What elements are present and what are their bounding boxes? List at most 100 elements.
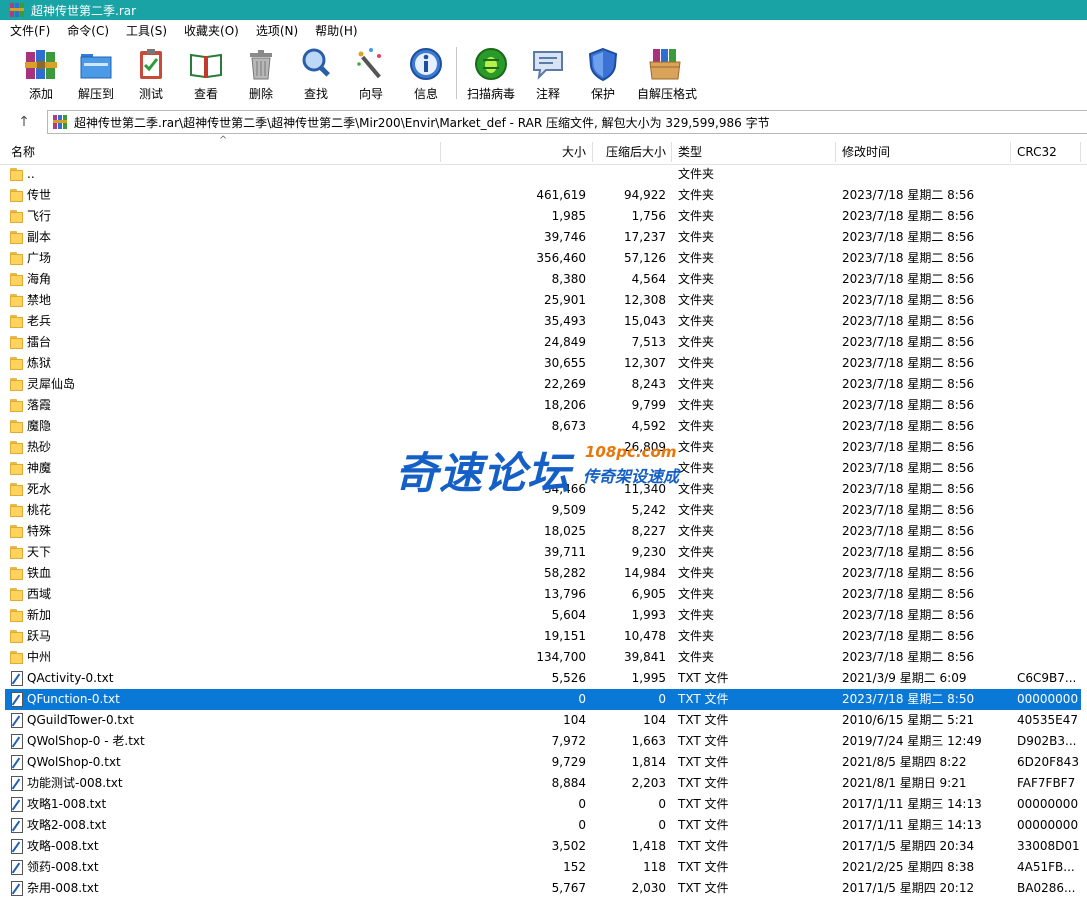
menu-file[interactable]: 文件(F) [0, 20, 57, 42]
protect-button[interactable]: 保护 [575, 46, 631, 102]
file-size: 39,746 [544, 230, 586, 244]
file-modified: 2023/7/18 星期二 8:56 [842, 566, 975, 580]
file-name: 老兵 [27, 314, 52, 328]
folder-icon [10, 251, 25, 265]
up-arrow-icon[interactable]: ↑ [14, 112, 34, 132]
file-row[interactable]: 老兵 35,493 15,043 文件夹 2023/7/18 星期二 8:56 [0, 311, 1087, 332]
file-row[interactable]: 特殊 18,025 8,227 文件夹 2023/7/18 星期二 8:56 [0, 521, 1087, 542]
file-row[interactable]: QGuildTower-0.txt 104 104 TXT 文件 2010/6/15 星… [0, 710, 1087, 731]
column-divider[interactable] [440, 142, 441, 162]
file-row[interactable]: 新加 5,604 1,993 文件夹 2023/7/18 星期二 8:56 [0, 605, 1087, 626]
menu-tools[interactable]: 工具(S) [116, 20, 174, 42]
file-row[interactable]: 飞行 1,985 1,756 文件夹 2023/7/18 星期二 8:56 [0, 206, 1087, 227]
file-row[interactable]: 传世 461,619 94,922 文件夹 2023/7/18 星期二 8:56 [0, 185, 1087, 206]
file-name: 桃花 [27, 503, 52, 517]
file-row[interactable]: .. 文件夹 [0, 164, 1087, 185]
column-divider[interactable] [835, 142, 836, 162]
file-row[interactable]: 海角 8,380 4,564 文件夹 2023/7/18 星期二 8:56 [0, 269, 1087, 290]
find-button-label: 查找 [303, 87, 328, 101]
menu-favorites[interactable]: 收藏夹(O) [174, 20, 246, 42]
file-row[interactable]: QWolShop-0.txt 9,729 1,814 TXT 文件 2021/8/5 星… [0, 752, 1087, 773]
menu-commands[interactable]: 命令(C) [57, 20, 116, 42]
file-size: 8,884 [551, 776, 586, 790]
file-row[interactable]: 攻略-008.txt 3,502 1,418 TXT 文件 2017/1/5 星期四 2… [0, 836, 1087, 857]
file-name: QActivity-0.txt [27, 671, 114, 685]
column-type-header[interactable]: 类型 [678, 140, 702, 164]
find-button[interactable]: 查找 [288, 46, 344, 102]
column-name-header[interactable]: 名称 [11, 140, 35, 164]
column-packed-header[interactable]: 压缩后大小 [596, 140, 666, 164]
file-type: 文件夹 [678, 503, 715, 517]
file-row[interactable]: 西域 13,796 6,905 文件夹 2023/7/18 星期二 8:56 [0, 584, 1087, 605]
file-row[interactable]: 铁血 58,282 14,984 文件夹 2023/7/18 星期二 8:56 [0, 563, 1087, 584]
virus-scan-button[interactable]: 扫描病毒 [463, 46, 519, 102]
file-type: 文件夹 [678, 167, 715, 181]
folder-icon [10, 209, 25, 223]
file-row[interactable]: 攻略2-008.txt 0 0 TXT 文件 2017/1/11 星期三 14:13 00… [0, 815, 1087, 836]
file-row[interactable]: 擂台 24,849 7,513 文件夹 2023/7/18 星期二 8:56 [0, 332, 1087, 353]
file-type: 文件夹 [678, 251, 715, 265]
file-row[interactable]: 桃花 9,509 5,242 文件夹 2023/7/18 星期二 8:56 [0, 500, 1087, 521]
file-modified: 2023/7/18 星期二 8:56 [842, 272, 975, 286]
file-row[interactable]: 死水 34,466 11,340 文件夹 2023/7/18 星期二 8:56 [0, 479, 1087, 500]
column-divider[interactable] [592, 142, 593, 162]
column-crc-header[interactable]: CRC32 [1017, 140, 1057, 164]
file-name: 神魔 [27, 461, 52, 475]
file-row[interactable]: 攻略1-008.txt 0 0 TXT 文件 2017/1/11 星期三 14:13 00… [0, 794, 1087, 815]
file-type: TXT 文件 [678, 692, 729, 706]
column-divider[interactable] [1080, 142, 1081, 162]
path-field[interactable]: 超神传世第二季.rar\超神传世第二季\超神传世第二季\Mir200\Envir… [47, 110, 1087, 134]
file-type: 文件夹 [678, 272, 715, 286]
menu-options[interactable]: 选项(N) [246, 20, 305, 42]
file-modified: 2021/8/1 星期日 9:21 [842, 776, 967, 790]
file-name: 广场 [27, 251, 52, 265]
folder-icon [10, 629, 25, 643]
file-row[interactable]: 功能测试-008.txt 8,884 2,203 TXT 文件 2021/8/1 星期日… [0, 773, 1087, 794]
file-packed-size: 57,126 [624, 251, 666, 265]
file-type: TXT 文件 [678, 734, 729, 748]
file-row[interactable]: 魔隐 8,673 4,592 文件夹 2023/7/18 星期二 8:56 [0, 416, 1087, 437]
comment-button[interactable]: 注释 [520, 46, 576, 102]
file-modified: 2023/7/18 星期二 8:56 [842, 545, 975, 559]
file-packed-size: 9,799 [631, 398, 666, 412]
file-row[interactable]: 禁地 25,901 12,308 文件夹 2023/7/18 星期二 8:56 [0, 290, 1087, 311]
file-size: 22,269 [544, 377, 586, 391]
file-size: 19,151 [544, 629, 586, 643]
file-row[interactable]: 灵犀仙岛 22,269 8,243 文件夹 2023/7/18 星期二 8:56 [0, 374, 1087, 395]
column-divider[interactable] [671, 142, 672, 162]
archive-path-text: 超神传世第二季.rar\超神传世第二季\超神传世第二季\Mir200\Envir… [74, 115, 770, 130]
text-file-icon [10, 839, 25, 854]
file-row[interactable]: QFunction-0.txt 0 0 TXT 文件 2023/7/18 星期二 8:5… [0, 689, 1087, 710]
file-row[interactable]: 热砂 26,809 文件夹 2023/7/18 星期二 8:56 [0, 437, 1087, 458]
column-size-header[interactable]: 大小 [470, 140, 586, 164]
view-button[interactable]: 查看 [178, 46, 234, 102]
file-row[interactable]: 神魔 文件夹 2023/7/18 星期二 8:56 [0, 458, 1087, 479]
file-row[interactable]: 广场 356,460 57,126 文件夹 2023/7/18 星期二 8:56 [0, 248, 1087, 269]
file-row[interactable]: 炼狱 30,655 12,307 文件夹 2023/7/18 星期二 8:56 [0, 353, 1087, 374]
file-modified: 2010/6/15 星期二 5:21 [842, 713, 975, 727]
file-row[interactable]: 落霞 18,206 9,799 文件夹 2023/7/18 星期二 8:56 [0, 395, 1087, 416]
file-row[interactable]: 杂用-008.txt 5,767 2,030 TXT 文件 2017/1/5 星期四 2… [0, 878, 1087, 899]
file-row[interactable]: 副本 39,746 17,237 文件夹 2023/7/18 星期二 8:56 [0, 227, 1087, 248]
file-row[interactable]: 跃马 19,151 10,478 文件夹 2023/7/18 星期二 8:56 [0, 626, 1087, 647]
sfx-button[interactable]: 自解压格式 [637, 46, 697, 102]
file-row[interactable]: 领药-008.txt 152 118 TXT 文件 2021/2/25 星期四 8:38… [0, 857, 1087, 878]
menu-help[interactable]: 帮助(H) [305, 20, 364, 42]
delete-button[interactable]: 删除 [233, 46, 289, 102]
file-size: 5,767 [551, 881, 586, 895]
file-name: 擂台 [27, 335, 52, 349]
column-modified-header[interactable]: 修改时间 [842, 140, 890, 164]
file-row[interactable]: QWolShop-0 - 老.txt 7,972 1,663 TXT 文件 2019/7… [0, 731, 1087, 752]
file-modified: 2021/3/9 星期二 6:09 [842, 671, 967, 685]
test-button-label: 测试 [138, 87, 163, 101]
file-row[interactable]: 中州 134,700 39,841 文件夹 2023/7/18 星期二 8:56 [0, 647, 1087, 668]
add-button[interactable]: 添加 [13, 46, 69, 102]
file-size: 134,700 [536, 650, 586, 664]
test-button[interactable]: 测试 [123, 46, 179, 102]
file-row[interactable]: QActivity-0.txt 5,526 1,995 TXT 文件 2021/3/9 … [0, 668, 1087, 689]
extract-to-button[interactable]: 解压到 [68, 46, 124, 102]
file-row[interactable]: 天下 39,711 9,230 文件夹 2023/7/18 星期二 8:56 [0, 542, 1087, 563]
wizard-button[interactable]: 向导 [343, 46, 399, 102]
info-button[interactable]: 信息 [398, 46, 454, 102]
column-divider[interactable] [1010, 142, 1011, 162]
